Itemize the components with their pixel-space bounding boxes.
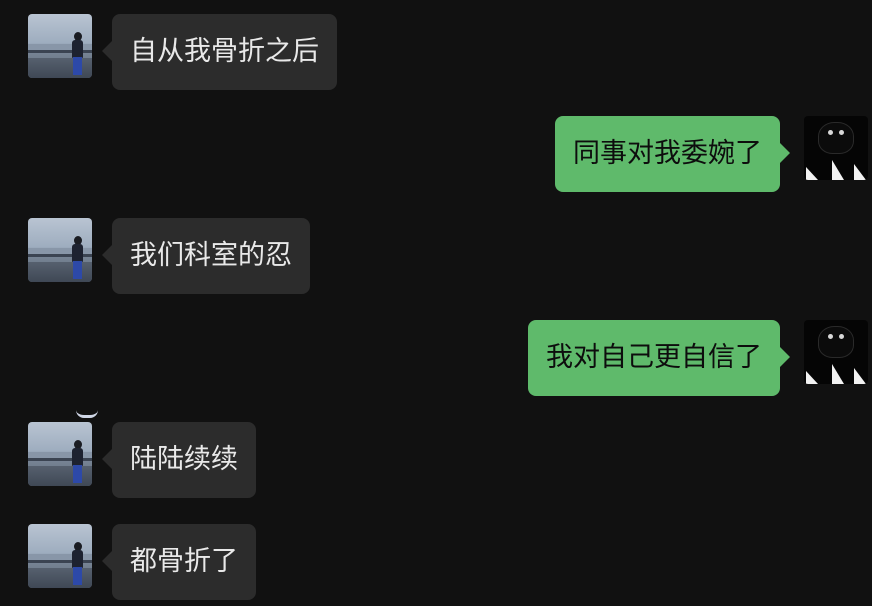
message-row-outgoing: 我对自己更自信了: [0, 320, 872, 396]
contact-avatar[interactable]: [28, 422, 92, 486]
self-avatar[interactable]: [804, 116, 868, 180]
message-bubble-incoming[interactable]: 陆陆续续: [102, 422, 256, 498]
message-row-incoming: 我们科室的忍: [0, 218, 872, 294]
scroll-indicator-icon: [76, 410, 98, 418]
chat-conversation: 自从我骨折之后 同事对我委婉了 我们科室的忍 我对自己更自信了 陆陆续续 都骨折…: [0, 0, 872, 606]
contact-avatar[interactable]: [28, 524, 92, 588]
message-row-incoming: 都骨折了: [0, 524, 872, 600]
message-bubble-incoming[interactable]: 我们科室的忍: [102, 218, 310, 294]
contact-avatar[interactable]: [28, 218, 92, 282]
message-row-incoming: 自从我骨折之后: [0, 14, 872, 90]
message-row-incoming: 陆陆续续: [0, 422, 872, 498]
message-bubble-outgoing[interactable]: 同事对我委婉了: [555, 116, 790, 192]
message-bubble-incoming[interactable]: 都骨折了: [102, 524, 256, 600]
contact-avatar[interactable]: [28, 14, 92, 78]
message-row-outgoing: 同事对我委婉了: [0, 116, 872, 192]
message-bubble-incoming[interactable]: 自从我骨折之后: [102, 14, 337, 90]
self-avatar[interactable]: [804, 320, 868, 384]
message-bubble-outgoing[interactable]: 我对自己更自信了: [528, 320, 790, 396]
